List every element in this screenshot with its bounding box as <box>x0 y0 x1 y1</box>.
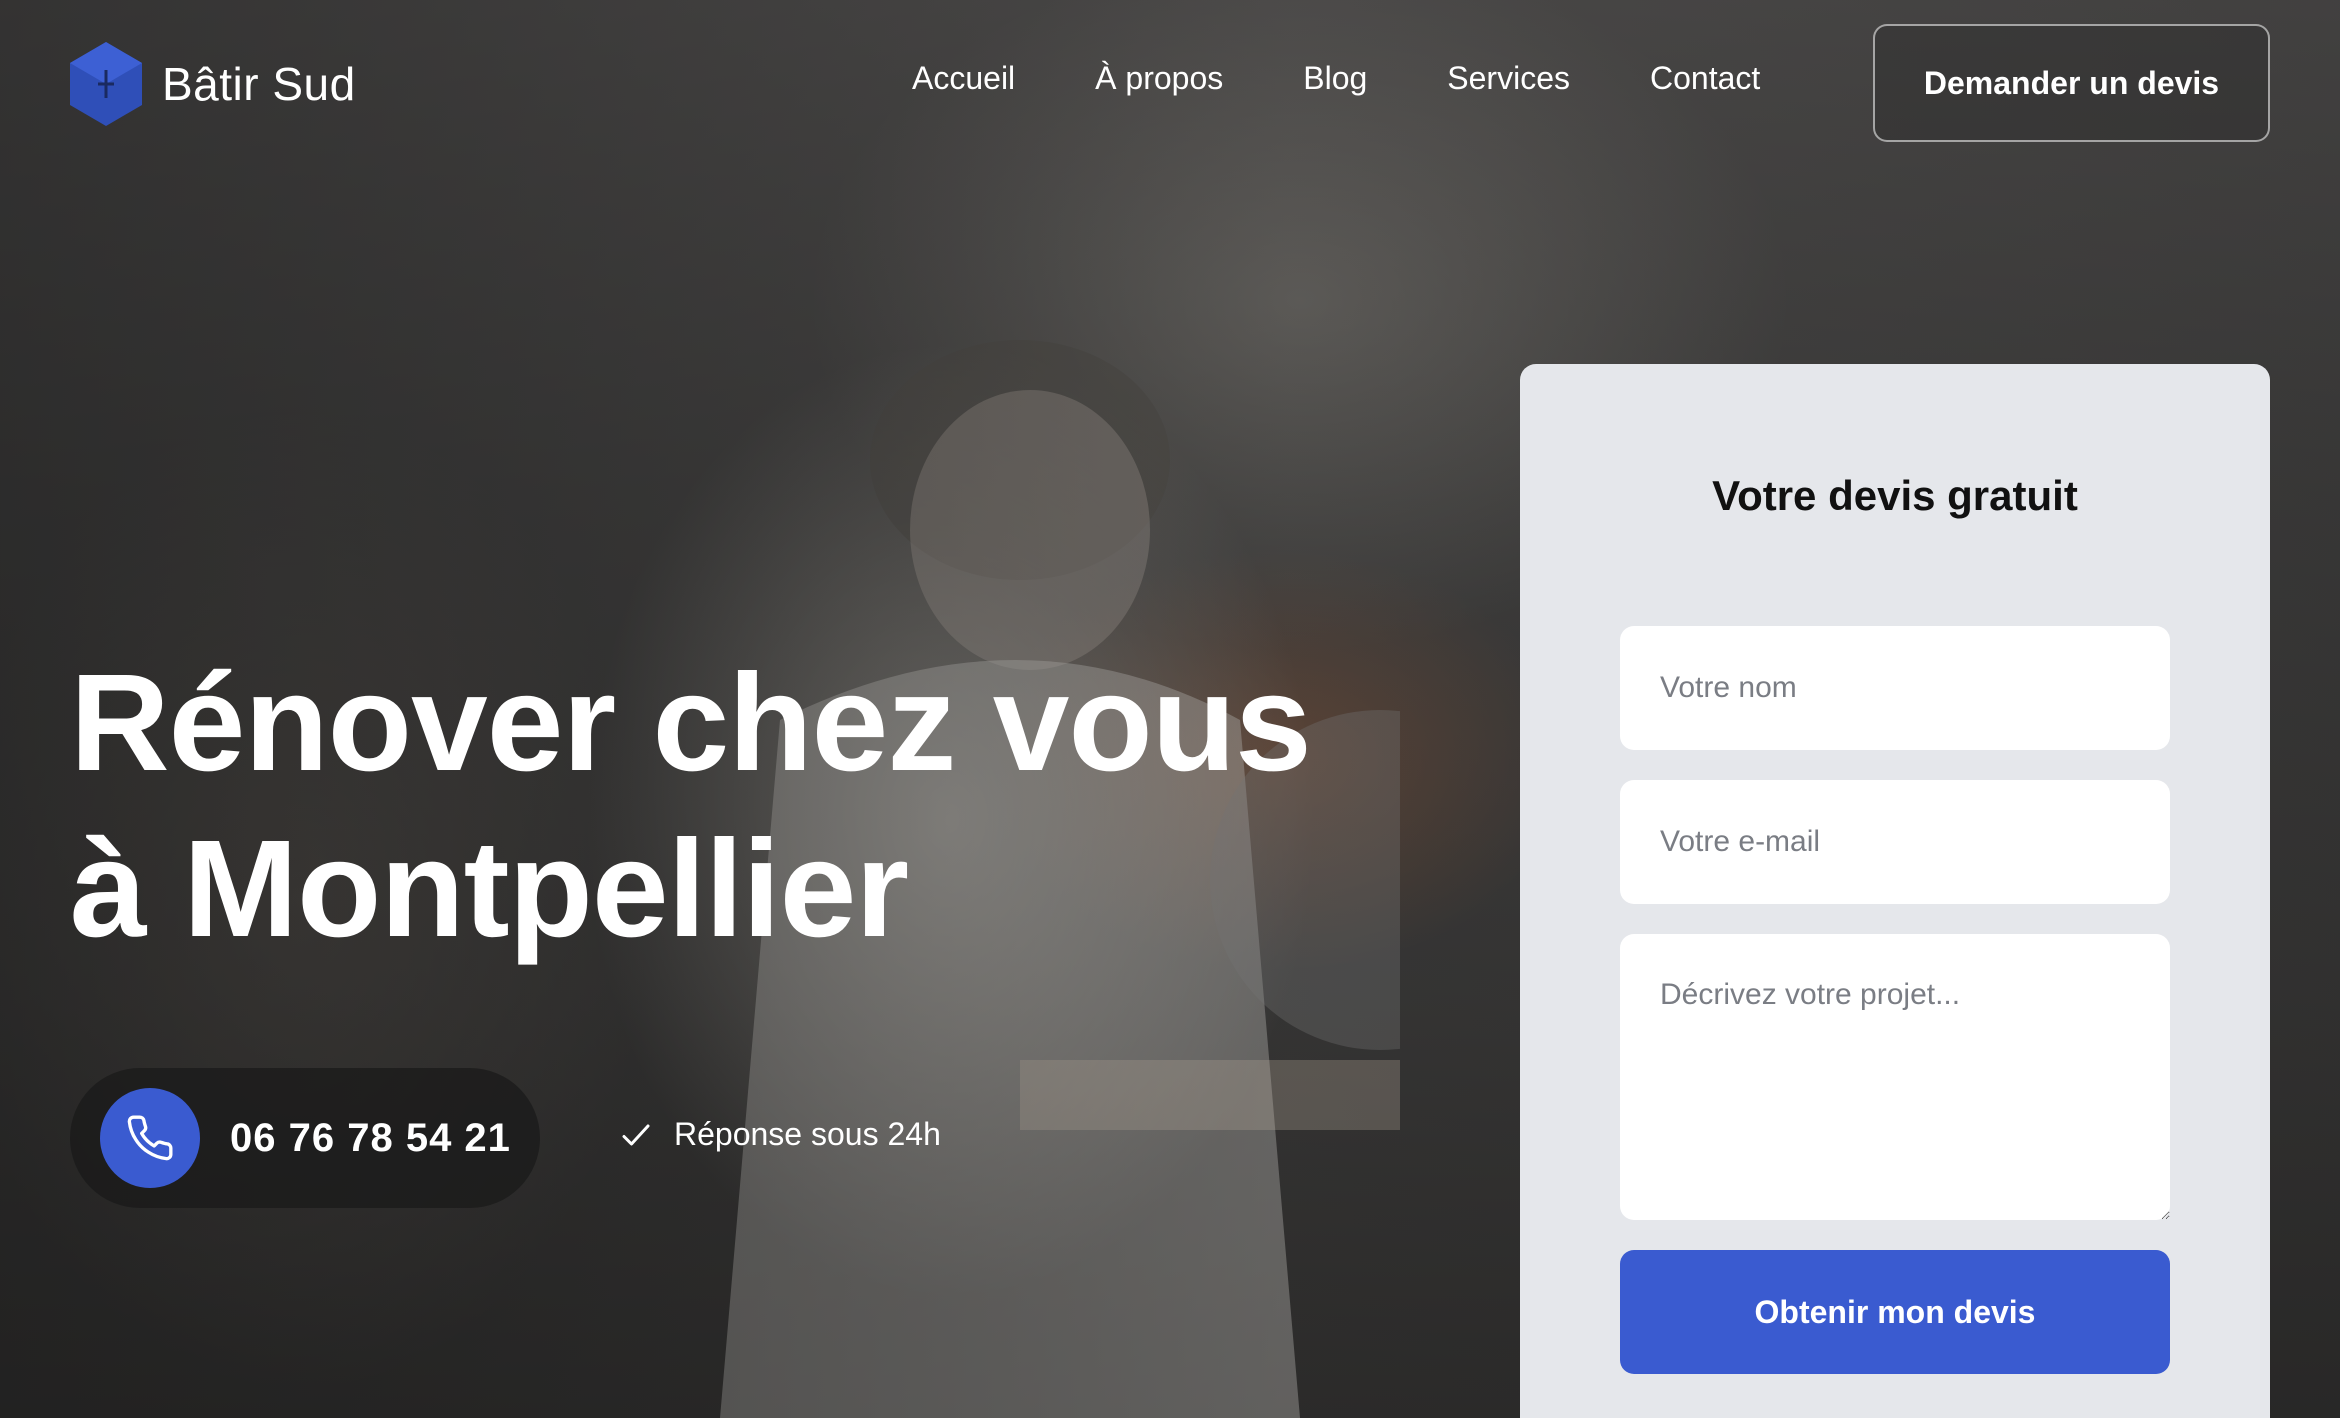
phone-call-button[interactable]: 06 76 78 54 21 <box>70 1068 540 1208</box>
get-quote-button[interactable]: Obtenir mon devis <box>1620 1250 2170 1374</box>
nav-item-accueil[interactable]: Accueil <box>912 60 1015 97</box>
nav-item-a-propos[interactable]: À propos <box>1095 60 1223 97</box>
response-time: Réponse sous 24h <box>618 1116 941 1153</box>
hero-headline: Rénover chez vous à Montpellier <box>70 640 1312 972</box>
nav-item-contact[interactable]: Contact <box>1650 60 1760 97</box>
name-input[interactable] <box>1620 626 2170 750</box>
phone-icon-circle <box>100 1088 200 1188</box>
email-input[interactable] <box>1620 780 2170 904</box>
request-quote-button[interactable]: Demander un devis <box>1873 24 2270 142</box>
brand-name: Bâtir Sud <box>162 58 356 110</box>
headline-line-2: à Montpellier <box>70 812 909 966</box>
quote-form-title: Votre devis gratuit <box>1712 472 2078 519</box>
main-nav: Accueil À propos Blog Services Contact <box>912 60 1760 97</box>
site-header: Bâtir Sud Accueil À propos Blog Services… <box>0 0 2340 160</box>
quote-form-card: Votre devis gratuit Obtenir mon devis <box>1520 364 2270 1418</box>
check-icon <box>622 1124 650 1145</box>
brand-logo[interactable]: Bâtir Sud <box>68 40 356 128</box>
nav-item-blog[interactable]: Blog <box>1303 60 1367 97</box>
headline-line-1: Rénover chez vous <box>70 646 1312 800</box>
phone-icon <box>127 1115 173 1161</box>
response-text: Réponse sous 24h <box>674 1116 941 1152</box>
nav-item-services[interactable]: Services <box>1447 60 1570 97</box>
project-description-textarea[interactable] <box>1620 934 2170 1220</box>
phone-number: 06 76 78 54 21 <box>230 1115 511 1160</box>
hexagon-logo-icon <box>70 42 142 126</box>
